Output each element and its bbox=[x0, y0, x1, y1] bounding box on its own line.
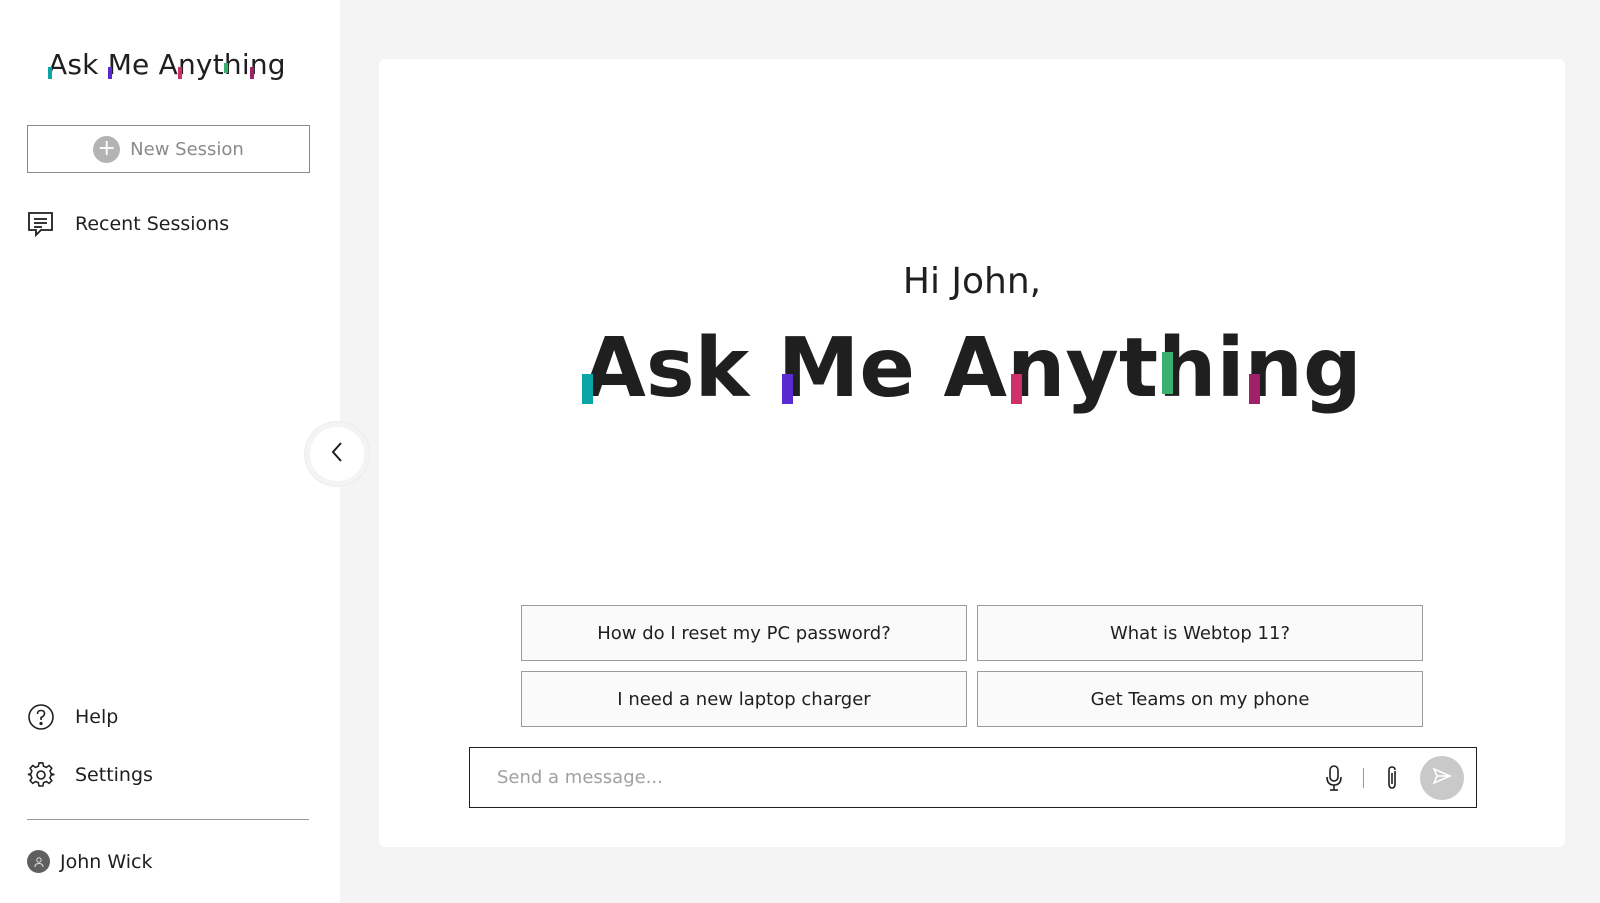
sidebar-divider bbox=[27, 819, 309, 820]
paperclip-icon[interactable] bbox=[1384, 764, 1400, 792]
chevron-left-icon bbox=[330, 441, 344, 467]
logo-letter: n bbox=[177, 48, 196, 81]
message-input[interactable] bbox=[497, 767, 1325, 788]
logo-letter bbox=[99, 48, 108, 81]
app-root: Ask Me An yth in g + New Session Recent Ses… bbox=[0, 0, 1600, 903]
logo-letter: A bbox=[582, 321, 646, 416]
help-label: Help bbox=[75, 706, 119, 728]
hero-title: Ask Me An yth in g bbox=[379, 321, 1565, 416]
logo-letter: y bbox=[195, 48, 213, 81]
plus-circle-icon: + bbox=[93, 135, 121, 163]
chat-lines-icon bbox=[27, 211, 55, 237]
logo-letter: k bbox=[82, 48, 99, 81]
logo-letter: e bbox=[132, 48, 150, 81]
brand-logo: Ask Me An yth in g bbox=[48, 48, 286, 81]
recent-sessions-item[interactable]: Recent Sessions bbox=[27, 211, 229, 237]
logo-letter bbox=[915, 321, 944, 416]
suggestion-button[interactable]: How do I reset my PC password? bbox=[521, 605, 967, 661]
sidebar: Ask Me An yth in g + New Session Recent Ses… bbox=[0, 0, 340, 903]
suggestion-grid: How do I reset my PC password? What is W… bbox=[521, 605, 1425, 727]
settings-item[interactable]: Settings bbox=[27, 761, 153, 789]
logo-letter: g bbox=[1302, 321, 1362, 416]
logo-letter: A bbox=[158, 48, 178, 81]
collapse-sidebar-button[interactable] bbox=[305, 422, 369, 486]
logo-letter: s bbox=[67, 48, 83, 81]
user-name: John Wick bbox=[60, 850, 153, 873]
settings-label: Settings bbox=[75, 764, 153, 786]
logo-letter: h bbox=[1158, 321, 1217, 416]
logo-letter: h bbox=[223, 48, 242, 81]
main-card: Hi John, Ask Me An yth in g How do I reset … bbox=[379, 59, 1565, 847]
logo-letter: k bbox=[694, 321, 750, 416]
new-session-label: New Session bbox=[130, 138, 244, 160]
user-avatar-icon bbox=[27, 850, 50, 873]
recent-sessions-label: Recent Sessions bbox=[75, 213, 230, 235]
logo-letter: s bbox=[645, 321, 695, 416]
logo-letter: A bbox=[943, 321, 1007, 416]
logo-letter: y bbox=[1065, 321, 1119, 416]
suggestion-button[interactable]: What is Webtop 11? bbox=[977, 605, 1423, 661]
gear-icon bbox=[27, 761, 55, 789]
logo-letter: A bbox=[48, 48, 68, 81]
logo-letter: M bbox=[107, 48, 133, 81]
logo-letter: g bbox=[267, 48, 286, 81]
logo-letter: i bbox=[241, 48, 250, 81]
logo-letter: e bbox=[859, 321, 915, 416]
microphone-icon[interactable] bbox=[1325, 764, 1343, 792]
greeting: Hi John, bbox=[902, 261, 1042, 302]
logo-letter: t bbox=[212, 48, 224, 81]
suggestion-button[interactable]: Get Teams on my phone bbox=[977, 671, 1423, 727]
logo-letter: n bbox=[1007, 321, 1066, 416]
suggestion-button[interactable]: I need a new laptop charger bbox=[521, 671, 967, 727]
user-profile[interactable]: John Wick bbox=[27, 850, 152, 873]
logo-letter: n bbox=[1244, 321, 1303, 416]
composer-separator bbox=[1363, 767, 1364, 788]
logo-letter bbox=[749, 321, 778, 416]
logo-letter: n bbox=[249, 48, 268, 81]
logo-letter: i bbox=[1216, 321, 1245, 416]
logo-letter: M bbox=[777, 321, 860, 416]
logo-letter bbox=[149, 48, 158, 81]
message-composer bbox=[469, 747, 1477, 808]
help-item[interactable]: Help bbox=[27, 703, 118, 731]
send-icon bbox=[1432, 766, 1452, 789]
send-button[interactable] bbox=[1420, 755, 1464, 800]
logo-letter: t bbox=[1118, 321, 1159, 416]
question-circle-icon bbox=[27, 703, 55, 731]
new-session-button[interactable]: + New Session bbox=[27, 125, 310, 173]
